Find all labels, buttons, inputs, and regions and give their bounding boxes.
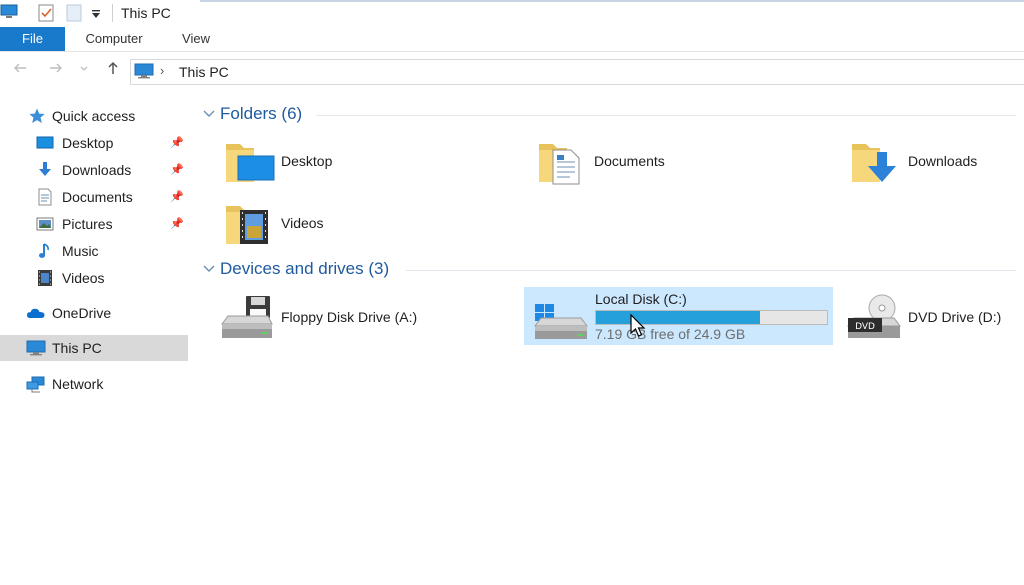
network-icon bbox=[26, 375, 45, 393]
dvd-drive-icon: DVD bbox=[844, 294, 902, 345]
nav-documents-label: Documents bbox=[62, 189, 133, 205]
downloads-icon bbox=[36, 161, 54, 179]
nav-network-label: Network bbox=[52, 376, 104, 392]
this-pc-icon bbox=[134, 63, 154, 82]
nav-onedrive[interactable]: OneDrive bbox=[0, 300, 188, 326]
dvd-badge: DVD bbox=[855, 322, 875, 332]
group-divider bbox=[316, 115, 1016, 116]
nav-documents[interactable]: Documents 📌 bbox=[0, 184, 188, 210]
nav-pictures[interactable]: Pictures 📌 bbox=[0, 211, 188, 237]
devices-group-title: Devices and drives (3) bbox=[220, 259, 390, 278]
tab-computer[interactable]: Computer bbox=[70, 27, 158, 51]
window-title: This PC bbox=[121, 5, 171, 21]
tab-file[interactable]: File bbox=[0, 27, 65, 51]
nav-onedrive-label: OneDrive bbox=[52, 305, 112, 321]
recent-locations-button[interactable] bbox=[77, 60, 91, 82]
folders-group-header[interactable]: Folders (6) bbox=[198, 104, 1018, 126]
nav-videos[interactable]: Videos bbox=[0, 265, 188, 291]
nav-pictures-label: Pictures bbox=[62, 216, 113, 232]
back-button[interactable] bbox=[9, 60, 31, 82]
nav-videos-label: Videos bbox=[62, 270, 105, 286]
nav-network[interactable]: Network bbox=[0, 371, 188, 397]
ribbon-tabs: File Computer View bbox=[0, 27, 1024, 52]
nav-desktop[interactable]: Desktop 📌 bbox=[0, 130, 188, 156]
arrow-right-icon bbox=[50, 63, 62, 73]
navigation-bar: › This PC bbox=[0, 56, 1024, 88]
folder-downloads-label: Downloads bbox=[908, 153, 978, 169]
drive-floppy-a-label: Floppy Disk Drive (A:) bbox=[281, 309, 418, 325]
properties-check-icon[interactable] bbox=[38, 4, 55, 25]
arrow-up-icon bbox=[108, 61, 118, 74]
videos-icon bbox=[36, 269, 54, 287]
folder-desktop[interactable]: Desktop bbox=[224, 138, 514, 198]
disk-usage-fill bbox=[596, 311, 760, 324]
pin-icon[interactable]: 📌 bbox=[170, 136, 184, 149]
folder-documents-label: Documents bbox=[594, 153, 665, 169]
up-button[interactable] bbox=[102, 60, 124, 82]
desktop-folder-icon bbox=[224, 138, 276, 189]
chevron-down-icon[interactable] bbox=[202, 106, 216, 123]
nav-quick-access[interactable]: Quick access bbox=[0, 103, 188, 129]
mouse-cursor-icon bbox=[630, 313, 646, 341]
drive-local-c-label: Local Disk (C:) bbox=[595, 291, 687, 307]
nav-music-label: Music bbox=[62, 243, 99, 259]
documents-icon bbox=[36, 188, 54, 206]
folder-downloads[interactable]: Downloads bbox=[850, 138, 1020, 198]
computer-icon[interactable] bbox=[0, 4, 18, 23]
pin-icon[interactable]: 📌 bbox=[170, 190, 184, 203]
disk-free-space: 7.19 GB free of 24.9 GB bbox=[595, 326, 746, 342]
drive-dvd-d[interactable]: DVD DVD Drive (D:) bbox=[844, 294, 1020, 354]
onedrive-cloud-icon bbox=[26, 304, 45, 322]
forward-button[interactable] bbox=[45, 60, 67, 82]
title-bar: This PC bbox=[0, 0, 1024, 26]
navigation-pane: Quick access Desktop 📌 Downloads 📌 Docum… bbox=[0, 96, 190, 585]
windows-drive-icon bbox=[531, 298, 589, 345]
music-icon bbox=[36, 242, 54, 260]
folders-group-title: Folders (6) bbox=[220, 104, 303, 123]
nav-music[interactable]: Music bbox=[0, 238, 188, 264]
drive-dvd-d-label: DVD Drive (D:) bbox=[908, 309, 1002, 325]
customize-dropdown-icon[interactable] bbox=[91, 7, 101, 22]
folder-videos[interactable]: Videos bbox=[224, 200, 514, 260]
folder-documents[interactable]: Documents bbox=[537, 138, 827, 198]
folder-desktop-label: Desktop bbox=[281, 153, 333, 169]
folder-videos-label: Videos bbox=[281, 215, 324, 231]
nav-downloads-label: Downloads bbox=[62, 162, 132, 178]
new-folder-icon[interactable] bbox=[66, 4, 82, 25]
this-pc-icon bbox=[26, 339, 46, 357]
devices-group-header[interactable]: Devices and drives (3) bbox=[198, 259, 1018, 281]
toolbar-separator bbox=[112, 4, 113, 22]
nav-quick-access-label: Quick access bbox=[52, 108, 136, 124]
downloads-folder-icon bbox=[850, 138, 902, 189]
arrow-left-icon bbox=[14, 63, 26, 73]
drive-floppy-a[interactable]: Floppy Disk Drive (A:) bbox=[218, 294, 514, 354]
drive-local-c[interactable]: Local Disk (C:) 7.19 GB free of 24.9 GB bbox=[524, 287, 833, 345]
star-icon bbox=[28, 107, 46, 125]
nav-desktop-label: Desktop bbox=[62, 135, 114, 151]
breadcrumb-separator[interactable]: › bbox=[160, 63, 164, 78]
videos-folder-icon bbox=[224, 200, 276, 251]
pin-icon[interactable]: 📌 bbox=[170, 163, 184, 176]
documents-folder-icon bbox=[537, 138, 589, 189]
group-divider bbox=[406, 270, 1016, 271]
desktop-icon bbox=[36, 134, 54, 152]
address-input[interactable]: › This PC bbox=[130, 59, 1024, 85]
chevron-down-icon bbox=[80, 66, 88, 71]
nav-this-pc[interactable]: This PC bbox=[0, 335, 188, 361]
pin-icon[interactable]: 📌 bbox=[170, 217, 184, 230]
nav-this-pc-label: This PC bbox=[52, 340, 102, 356]
breadcrumb-this-pc[interactable]: This PC bbox=[179, 64, 229, 80]
nav-downloads[interactable]: Downloads 📌 bbox=[0, 157, 188, 183]
pictures-icon bbox=[36, 215, 54, 233]
tab-view[interactable]: View bbox=[166, 27, 226, 51]
floppy-drive-icon bbox=[218, 294, 274, 345]
chevron-down-icon[interactable] bbox=[202, 261, 216, 278]
